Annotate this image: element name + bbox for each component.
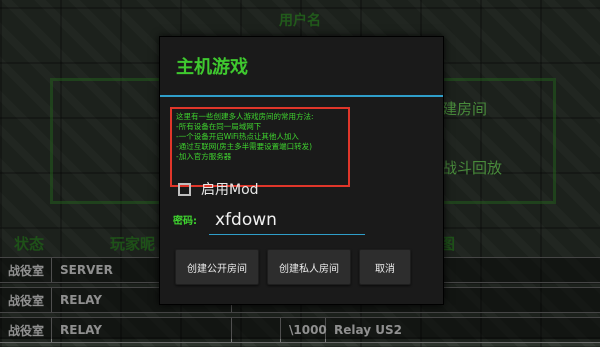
dialog-title: 主机游戏 (176, 57, 248, 78)
password-input[interactable] (209, 206, 365, 235)
create-private-room-button[interactable]: 创建私人房间 (267, 249, 351, 285)
create-public-room-button[interactable]: 创建公开房间 (175, 249, 259, 285)
info-box: 这里有一些创建多人游戏房间的常用方法: -所有设备在同一局域网下 -一个设备开启… (170, 107, 350, 187)
cancel-button[interactable]: 取消 (359, 249, 411, 285)
host-game-dialog: 主机游戏 这里有一些创建多人游戏房间的常用方法: -所有设备在同一局域网下 -一… (159, 36, 444, 305)
password-label: 密码: (173, 216, 197, 227)
title-divider (160, 95, 443, 97)
mod-label: 启用Mod (201, 182, 259, 198)
mod-checkbox[interactable] (178, 182, 191, 196)
mod-toggle[interactable]: 启用Mod (178, 179, 259, 199)
